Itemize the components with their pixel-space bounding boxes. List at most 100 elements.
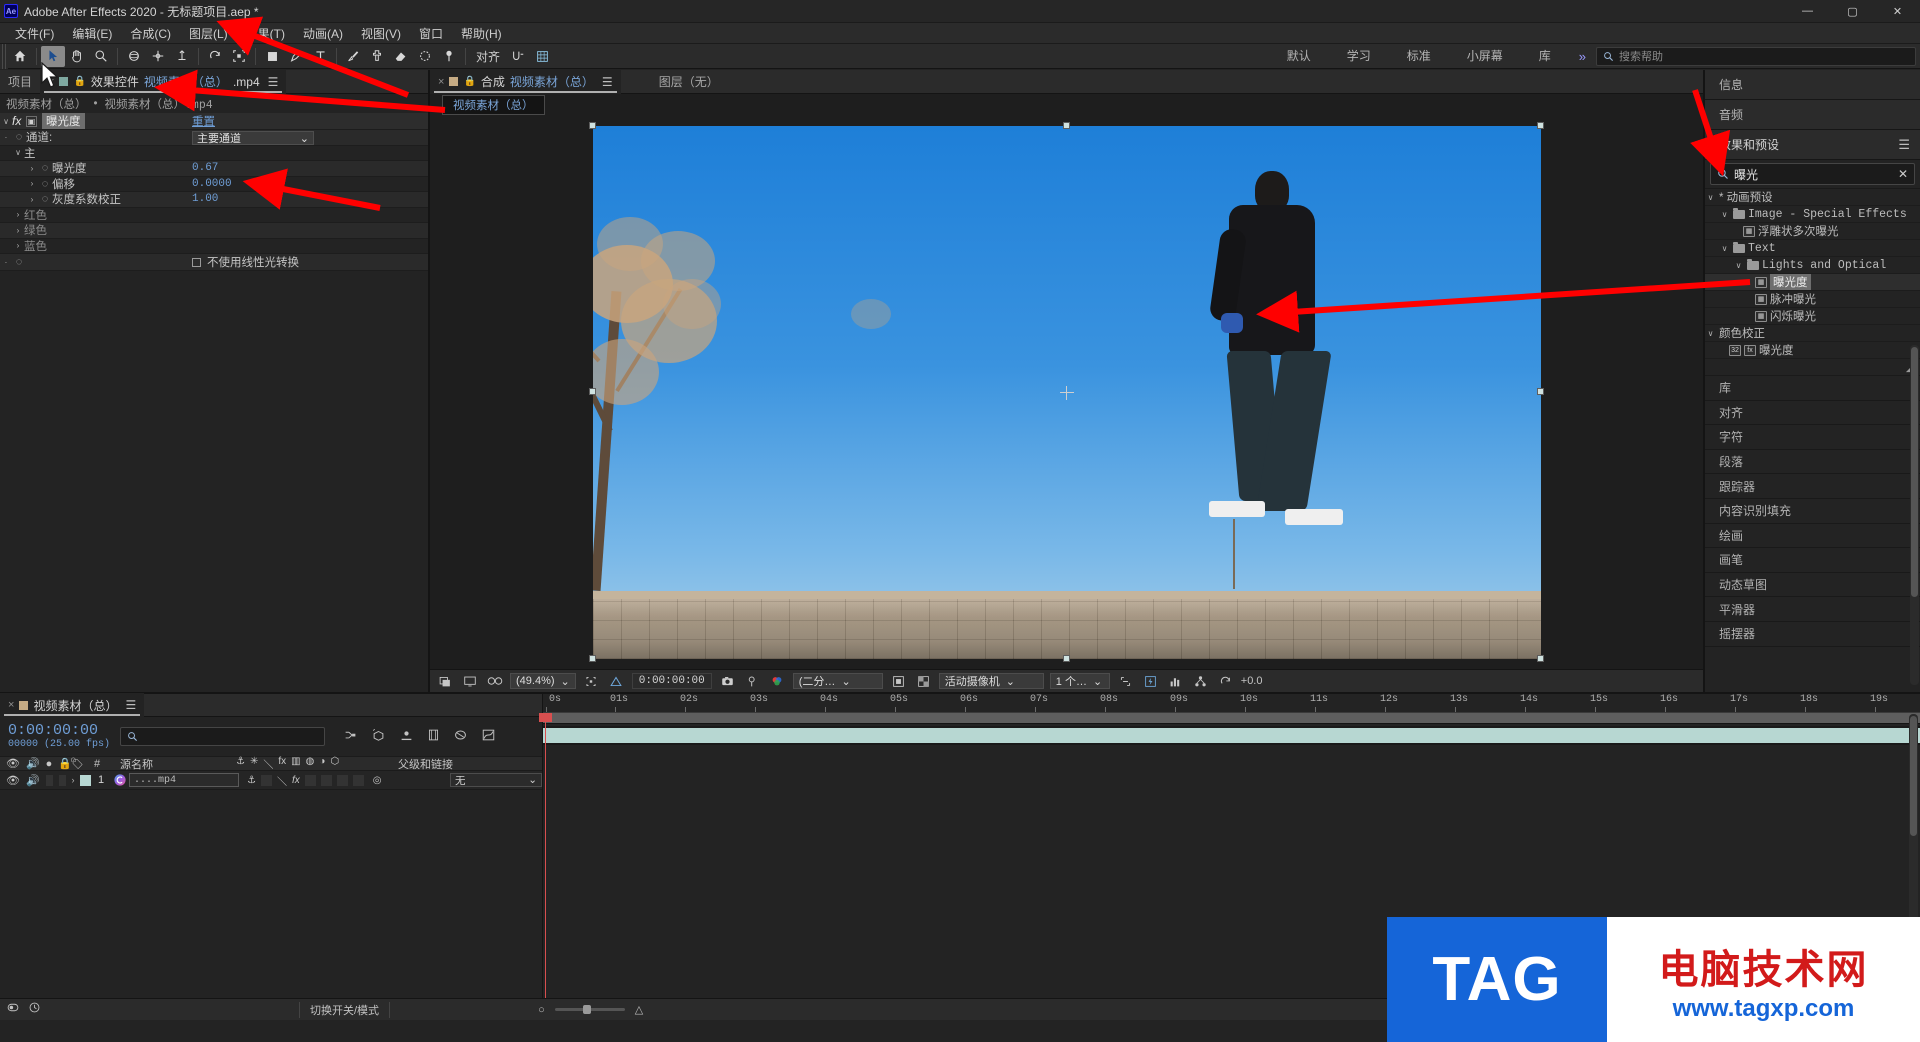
renderer-icon[interactable] xyxy=(1191,673,1210,690)
chevron-right-icon[interactable]: › xyxy=(26,164,38,173)
layer-audio-toggle-icon[interactable]: 🔊 xyxy=(26,774,40,787)
chevron-right-icon[interactable]: › xyxy=(26,179,38,188)
orbit-tool-icon[interactable] xyxy=(122,46,146,67)
layer-duration-bar[interactable] xyxy=(543,728,1920,743)
param-group-red[interactable]: › 红色 xyxy=(0,208,428,223)
chevron-down-icon[interactable]: ∨ xyxy=(1733,261,1744,270)
panel-menu-icon[interactable]: ☰ xyxy=(125,698,136,712)
dock-row-smoother[interactable]: 平滑器 xyxy=(1705,597,1920,622)
region-preview-icon[interactable] xyxy=(889,673,908,690)
transparency-grid-icon[interactable] xyxy=(914,673,933,690)
lock-icon[interactable]: 🔒 xyxy=(463,76,475,87)
composition-viewer[interactable] xyxy=(430,116,1703,669)
fast-previews-icon[interactable] xyxy=(1141,673,1160,690)
brush-tool-icon[interactable] xyxy=(341,46,365,67)
draft-3d-icon[interactable] xyxy=(371,728,386,745)
timeline-chart-icon[interactable] xyxy=(1166,673,1185,690)
clear-search-icon[interactable]: ✕ xyxy=(1898,167,1908,181)
workspace-standard[interactable]: 标准 xyxy=(1389,44,1449,69)
tree-item-flicker-exposure[interactable]: ▦ 闪烁曝光 xyxy=(1705,308,1920,325)
tree-item-animation-presets[interactable]: ∨ * 动画预设 xyxy=(1705,189,1920,206)
grid-icon[interactable] xyxy=(530,46,554,67)
menu-view[interactable]: 视图(V) xyxy=(352,23,410,44)
stopwatch-icon[interactable]: ◌ xyxy=(12,256,26,268)
menu-layer[interactable]: 图层(L) xyxy=(180,23,237,44)
selection-handle[interactable] xyxy=(1062,655,1070,662)
param-group-blue[interactable]: › 蓝色 xyxy=(0,239,428,254)
tree-item-color-correction[interactable]: ∨ 颜色校正 xyxy=(1705,325,1920,342)
param-row-gamma[interactable]: › ◌ 灰度系数校正 1.00 xyxy=(0,192,428,208)
panel-menu-icon[interactable]: ☰ xyxy=(1898,137,1910,153)
frame-render-time-icon[interactable] xyxy=(28,1001,41,1019)
param-value-offset[interactable]: 0.0000 xyxy=(192,178,232,190)
exposure-value[interactable]: +0.0 xyxy=(1241,675,1263,687)
reset-link[interactable]: 重置 xyxy=(192,113,215,129)
toggle-switches-modes-label[interactable]: 切换开关/模式 xyxy=(299,1001,391,1018)
effects-search-field[interactable]: ✕ xyxy=(1710,163,1915,185)
maximize-button[interactable]: ▢ xyxy=(1830,0,1875,23)
effect-header-row[interactable]: ∨ fx ▣ 曝光度 重置 xyxy=(0,113,428,130)
layer-quality-switch[interactable]: ＼ xyxy=(277,773,287,788)
param-row-offset[interactable]: › ◌ 偏移 0.0000 xyxy=(0,177,428,192)
selection-handle[interactable] xyxy=(1536,122,1544,129)
hide-shy-layers-icon[interactable] xyxy=(399,729,414,745)
puppet-pin-tool-icon[interactable] xyxy=(437,46,461,67)
layer-three-d-switch[interactable] xyxy=(352,774,364,786)
toolbar-grip[interactable] xyxy=(0,43,8,69)
workspace-learn[interactable]: 学习 xyxy=(1329,44,1389,69)
zoom-tool-icon[interactable] xyxy=(89,46,113,67)
3d-glasses-icon[interactable] xyxy=(485,673,504,690)
selection-handle[interactable] xyxy=(1536,388,1544,395)
timeline-zoom-slider[interactable] xyxy=(554,1005,625,1014)
enable-motion-blur-icon[interactable] xyxy=(453,728,468,745)
chevron-down-icon[interactable]: ∨ xyxy=(1705,329,1716,338)
zoom-level-dropdown[interactable]: (49.4%) ⌄ xyxy=(510,673,576,689)
layer-solo-toggle[interactable] xyxy=(45,774,53,786)
chevron-down-icon[interactable]: ∨ xyxy=(0,117,12,126)
show-snapshot-icon[interactable] xyxy=(743,673,762,690)
monitor-icon[interactable] xyxy=(460,673,479,690)
chevron-right-icon[interactable]: › xyxy=(12,226,24,235)
timeline-search-input[interactable] xyxy=(120,727,326,746)
anchor-point-tool-icon[interactable] xyxy=(170,46,194,67)
menu-help[interactable]: 帮助(H) xyxy=(452,23,511,44)
roto-brush-tool-icon[interactable] xyxy=(413,46,437,67)
tab-close-icon[interactable]: × xyxy=(8,699,14,711)
dock-row-align[interactable]: 对齐 xyxy=(1705,401,1920,426)
region-of-interest-icon[interactable] xyxy=(227,46,251,67)
video-preview[interactable] xyxy=(592,126,1541,659)
menu-animation[interactable]: 动画(A) xyxy=(294,23,352,44)
param-group-main[interactable]: ∨ 主 xyxy=(0,146,428,161)
minimize-button[interactable]: — xyxy=(1785,0,1830,23)
pixel-aspect-icon[interactable] xyxy=(1116,673,1135,690)
camera-view-dropdown[interactable]: 活动摄像机 ⌄ xyxy=(938,673,1044,689)
menu-edit[interactable]: 编辑(E) xyxy=(63,23,121,44)
tree-item-emboss-multi-exposure[interactable]: ▦ 浮雕状多次曝光 xyxy=(1705,223,1920,240)
tree-resize-grip[interactable] xyxy=(1705,359,1920,376)
chevron-down-icon[interactable]: ∨ xyxy=(1719,210,1730,219)
graph-editor-icon[interactable] xyxy=(481,728,496,745)
dock-row-motion-sketch[interactable]: 动态草图 xyxy=(1705,573,1920,598)
effects-and-presets-header[interactable]: 效果和预设 ☰ xyxy=(1705,130,1920,160)
layer-parent-dropdown[interactable]: 无 ⌄ xyxy=(450,773,542,787)
tab-timeline[interactable]: × 视频素材（总） ☰ xyxy=(0,693,145,717)
snapping-icon[interactable] xyxy=(506,46,530,67)
text-tool-icon[interactable] xyxy=(308,46,332,67)
layer-lock-toggle[interactable] xyxy=(58,774,66,786)
help-search-input[interactable]: 搜索帮助 xyxy=(1596,46,1916,66)
shape-tool-icon[interactable] xyxy=(260,46,284,67)
workspace-libraries[interactable]: 库 xyxy=(1521,44,1569,69)
view-layout-dropdown[interactable]: 1 个… ⌄ xyxy=(1049,673,1110,689)
effects-search-input[interactable] xyxy=(1734,167,1893,181)
layer-expand-icon[interactable]: › xyxy=(66,775,80,785)
tree-item-exposure-preset[interactable]: ▦ 曝光度 xyxy=(1705,274,1920,291)
enable-frame-blending-icon[interactable] xyxy=(427,728,440,745)
snapshot-camera-icon[interactable] xyxy=(718,673,737,690)
dock-row-brushes[interactable]: 画笔 xyxy=(1705,548,1920,573)
dock-scrollbar[interactable] xyxy=(1910,345,1919,685)
layer-frame-blend-switch[interactable] xyxy=(304,774,316,786)
resolution-dropdown[interactable]: (二分… ⌄ xyxy=(792,673,883,689)
dock-row-content-aware-fill[interactable]: 内容识别填充 xyxy=(1705,499,1920,524)
chevron-down-icon[interactable]: ∨ xyxy=(1705,193,1716,202)
rotation-tool-icon[interactable] xyxy=(203,46,227,67)
